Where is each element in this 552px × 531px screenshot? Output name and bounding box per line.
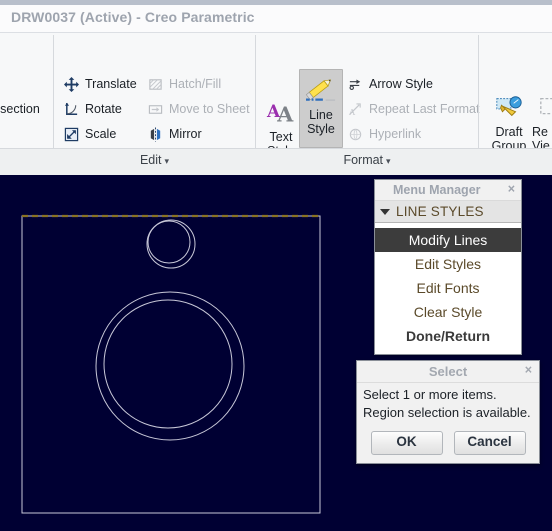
rotate-label: Rotate xyxy=(85,102,122,116)
move-to-sheet-icon xyxy=(146,100,165,119)
line-style-label-1: Line xyxy=(309,108,333,122)
select-dialog-body: Select 1 or more items. Region selection… xyxy=(357,383,539,427)
select-dialog-titlebar: Select × xyxy=(357,361,539,383)
window-title: DRW0037 (Active) - Creo Parametric xyxy=(11,9,255,25)
chevron-down-icon xyxy=(380,208,390,215)
mirror-label: Mirror xyxy=(169,127,202,141)
arrow-style-icon xyxy=(346,75,365,94)
select-dialog-buttons: OK Cancel xyxy=(357,427,539,463)
close-icon[interactable]: × xyxy=(525,363,532,377)
menu-item-done-return[interactable]: Done/Return xyxy=(375,324,521,348)
ok-button[interactable]: OK xyxy=(370,431,443,455)
menu-item-clear-style[interactable]: Clear Style xyxy=(375,300,521,324)
outer-rectangle xyxy=(21,215,321,514)
arrow-style-button[interactable]: Arrow Style xyxy=(344,72,435,96)
relate-view-icon xyxy=(532,91,552,125)
repeat-last-format-button[interactable]: A Repeat Last Format xyxy=(344,97,481,121)
ribbon-group-footer: Edit ▾ Format ▾ xyxy=(0,148,552,176)
rotate-arc-icon xyxy=(62,100,81,119)
line-style-label-2: Style xyxy=(307,122,335,136)
clipped-intersection-button[interactable]: rsection xyxy=(0,97,42,121)
line-style-pencil-icon xyxy=(300,74,342,108)
hatch-fill-label: Hatch/Fill xyxy=(169,77,222,91)
small-circle-inner xyxy=(147,220,191,264)
hyperlink-icon xyxy=(346,125,365,144)
edit-group-label[interactable]: Edit ▾ xyxy=(54,153,255,167)
hatch-fill-icon xyxy=(146,75,165,94)
scale-box-icon xyxy=(62,125,81,144)
edit-group-caret-icon: ▾ xyxy=(164,156,170,166)
text-style-icon: A A xyxy=(260,96,302,130)
creo-parametric-window: DRW0037 (Active) - Creo Parametric rsect… xyxy=(0,0,552,531)
scale-label: Scale xyxy=(85,127,117,141)
repeat-last-format-icon: A xyxy=(346,100,365,119)
title-bar: DRW0037 (Active) - Creo Parametric xyxy=(0,5,552,33)
menu-item-edit-fonts[interactable]: Edit Fonts xyxy=(375,276,521,300)
draft-group-button[interactable]: Draft Group xyxy=(488,91,530,153)
svg-text:A: A xyxy=(348,107,356,117)
select-dialog-message-line2: Region selection is available. xyxy=(363,405,531,420)
hatch-fill-button[interactable]: Hatch/Fill xyxy=(144,72,223,96)
format-group-caret-icon: ▾ xyxy=(386,156,391,166)
svg-text:A: A xyxy=(276,102,294,126)
menu-item-edit-styles[interactable]: Edit Styles xyxy=(375,252,521,276)
repeat-last-format-label: Repeat Last Format xyxy=(369,102,480,116)
move-to-sheet-button[interactable]: Move to Sheet xyxy=(144,97,252,121)
mirror-button[interactable]: Mirror xyxy=(144,122,204,146)
close-icon[interactable]: × xyxy=(508,182,515,196)
translate-label: Translate xyxy=(85,77,137,91)
large-circle-outer xyxy=(95,291,245,441)
menu-item-modify-lines[interactable]: Modify Lines xyxy=(375,228,521,252)
ribbon-body: rsection Translate Rotate Scale Hatch/Fi… xyxy=(0,33,552,174)
hyperlink-button[interactable]: Hyperlink xyxy=(344,122,423,146)
clipped-intersection-label: rsection xyxy=(0,102,40,116)
select-dialog-title: Select xyxy=(428,364,468,379)
menu-manager-section-label: LINE STYLES xyxy=(396,204,484,219)
menu-manager-panel: Menu Manager × LINE STYLES Modify Lines … xyxy=(374,179,522,355)
large-circle-inner xyxy=(103,299,233,429)
hyperlink-label: Hyperlink xyxy=(369,127,422,141)
scale-button[interactable]: Scale xyxy=(60,122,118,146)
arrow-style-label: Arrow Style xyxy=(369,77,433,91)
ribbon: rsection Translate Rotate Scale Hatch/Fi… xyxy=(0,33,552,176)
format-group-label[interactable]: Format ▾ xyxy=(256,153,478,167)
rotate-button[interactable]: Rotate xyxy=(60,97,124,121)
edit-group-label-text: Edit xyxy=(139,153,162,167)
menu-manager-title: Menu Manager xyxy=(393,183,481,197)
text-style-label-1: Text xyxy=(269,130,293,144)
draft-group-label-1: Draft xyxy=(495,125,523,139)
move-arrows-icon xyxy=(62,75,81,94)
translate-button[interactable]: Translate xyxy=(60,72,139,96)
menu-manager-list: Modify Lines Edit Styles Edit Fonts Clea… xyxy=(375,223,521,354)
move-to-sheet-label: Move to Sheet xyxy=(169,102,250,116)
format-group-label-text: Format xyxy=(343,153,384,167)
select-dialog-message-line1: Select 1 or more items. xyxy=(363,387,497,402)
mirror-icon xyxy=(146,125,165,144)
relate-view-label-1: Re xyxy=(532,125,548,139)
line-style-button[interactable]: Line Style xyxy=(299,69,343,148)
draft-group-icon xyxy=(488,91,530,125)
menu-manager-section-header[interactable]: LINE STYLES xyxy=(375,201,521,223)
menu-manager-titlebar: Menu Manager × xyxy=(375,180,521,201)
cancel-button[interactable]: Cancel xyxy=(453,431,526,455)
select-dialog: Select × Select 1 or more items. Region … xyxy=(356,360,540,464)
relate-view-button[interactable]: Re Vie xyxy=(532,91,552,153)
